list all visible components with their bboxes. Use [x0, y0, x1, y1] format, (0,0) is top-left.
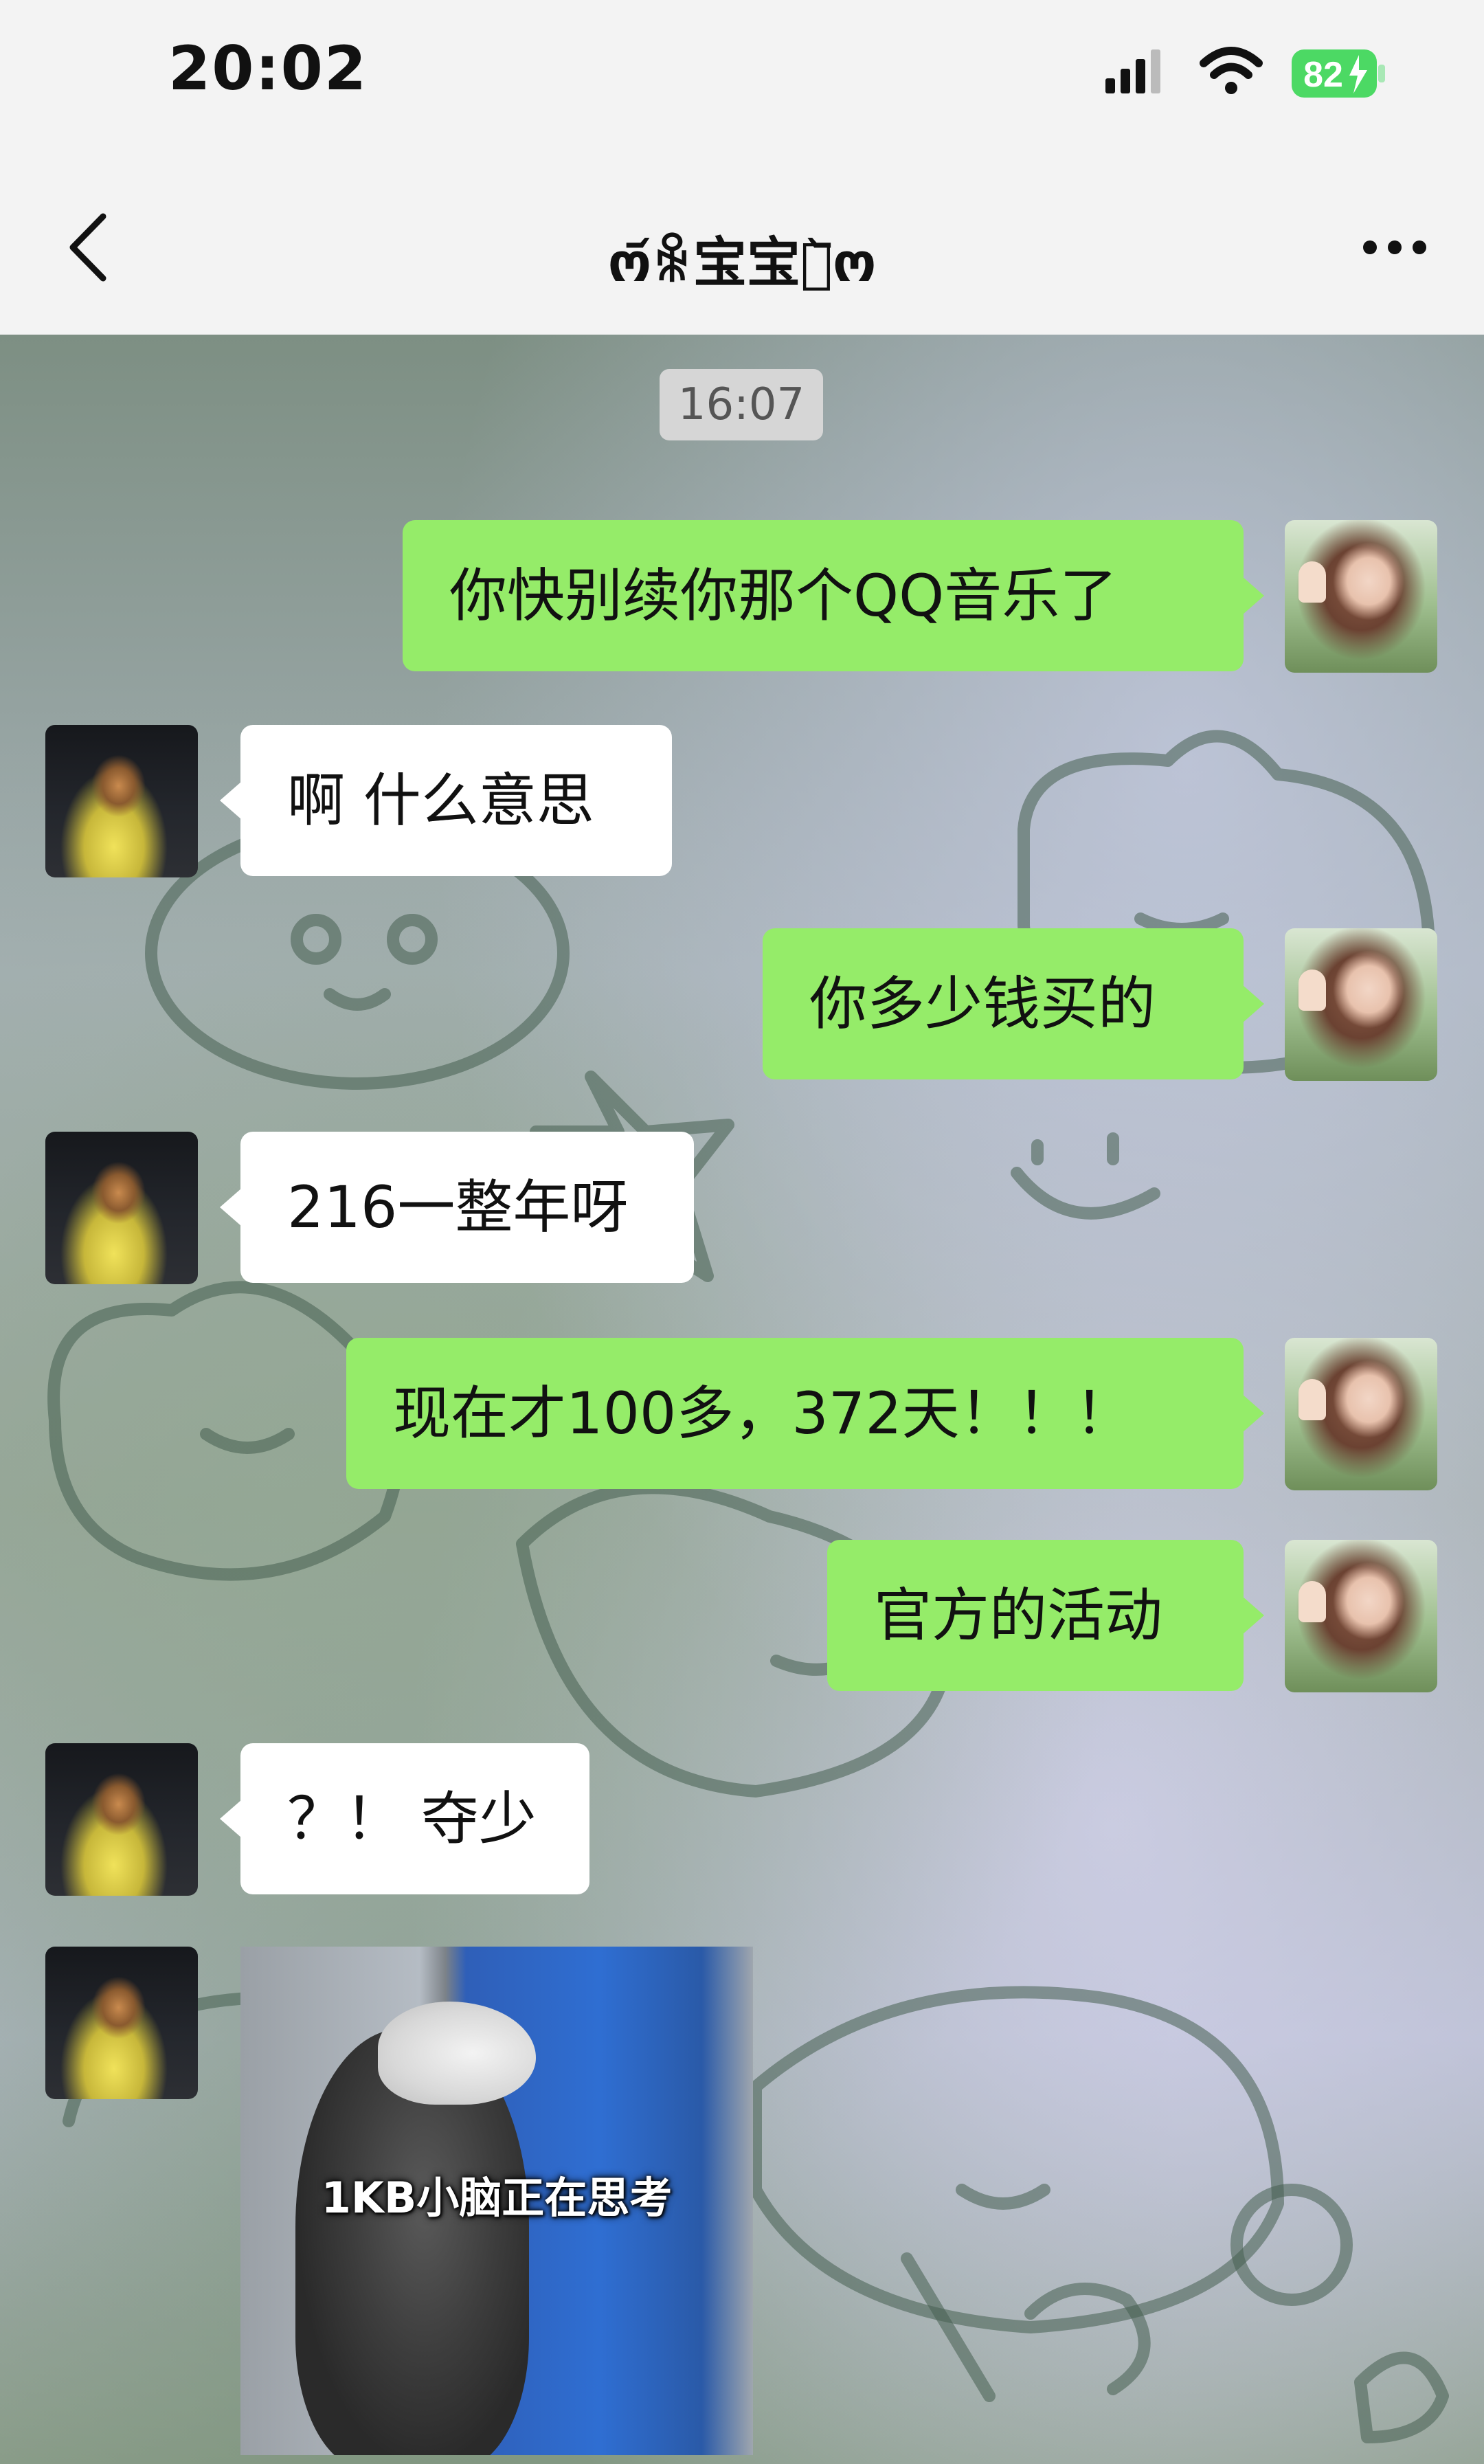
chat-bubble-incoming[interactable]: 啊 什么意思	[220, 725, 672, 876]
battery-charging-icon: 82	[1292, 49, 1385, 98]
more-horizontal-icon[interactable]	[1360, 237, 1429, 258]
message-text: 你快别续你那个QQ音乐了	[449, 562, 1118, 629]
chat-header: ო᷄ꆜ宝宝ꆜ᷅ო	[0, 148, 1484, 335]
message-timestamp: 16:07	[660, 369, 823, 440]
avatar[interactable]	[45, 1132, 198, 1284]
sticker-image[interactable]: 1KB小脑正在思考	[240, 1947, 753, 2455]
message-text: 啊 什么意思	[287, 767, 594, 834]
cellular-signal-icon	[1105, 49, 1160, 93]
avatar[interactable]	[1285, 928, 1437, 1081]
battery-level: 82	[1303, 55, 1343, 95]
wifi-icon	[1200, 47, 1263, 94]
avatar[interactable]	[1285, 1338, 1437, 1490]
chat-area[interactable]: 16:07 你快别续你那个QQ音乐了 啊 什么意思 你多少钱买的 216一整年呀…	[0, 335, 1484, 2464]
message-text: 216一整年呀	[287, 1174, 629, 1241]
status-time: 20:02	[168, 33, 368, 104]
chat-bubble-outgoing[interactable]: 你多少钱买的	[763, 928, 1264, 1079]
chat-title: ო᷄ꆜ宝宝ꆜ᷅ო	[607, 232, 877, 294]
chat-bubble-outgoing[interactable]: 你快别续你那个QQ音乐了	[403, 520, 1264, 671]
avatar[interactable]	[45, 725, 198, 877]
avatar[interactable]	[1285, 520, 1437, 673]
chat-bubble-outgoing[interactable]: 现在才100多，372天！！！	[346, 1338, 1264, 1489]
sticker-caption: 1KB小脑正在思考	[321, 2173, 673, 2223]
possum-head	[378, 2002, 536, 2105]
avatar[interactable]	[45, 1947, 198, 2099]
message-text: 现在才100多，372天！！！	[393, 1380, 1133, 1447]
avatar[interactable]	[1285, 1540, 1437, 1692]
status-bar: 20:02 82	[0, 0, 1484, 148]
message-text: 官方的活动	[874, 1582, 1163, 1649]
message-text: 你多少钱买的	[809, 970, 1156, 1038]
message-text: ？！ 夺少	[287, 1785, 537, 1852]
chat-bubble-incoming[interactable]: ？！ 夺少	[220, 1743, 589, 1894]
chat-bubble-incoming[interactable]: 216一整年呀	[220, 1132, 694, 1283]
avatar[interactable]	[45, 1743, 198, 1896]
chat-bubble-outgoing[interactable]: 官方的活动	[827, 1540, 1264, 1691]
